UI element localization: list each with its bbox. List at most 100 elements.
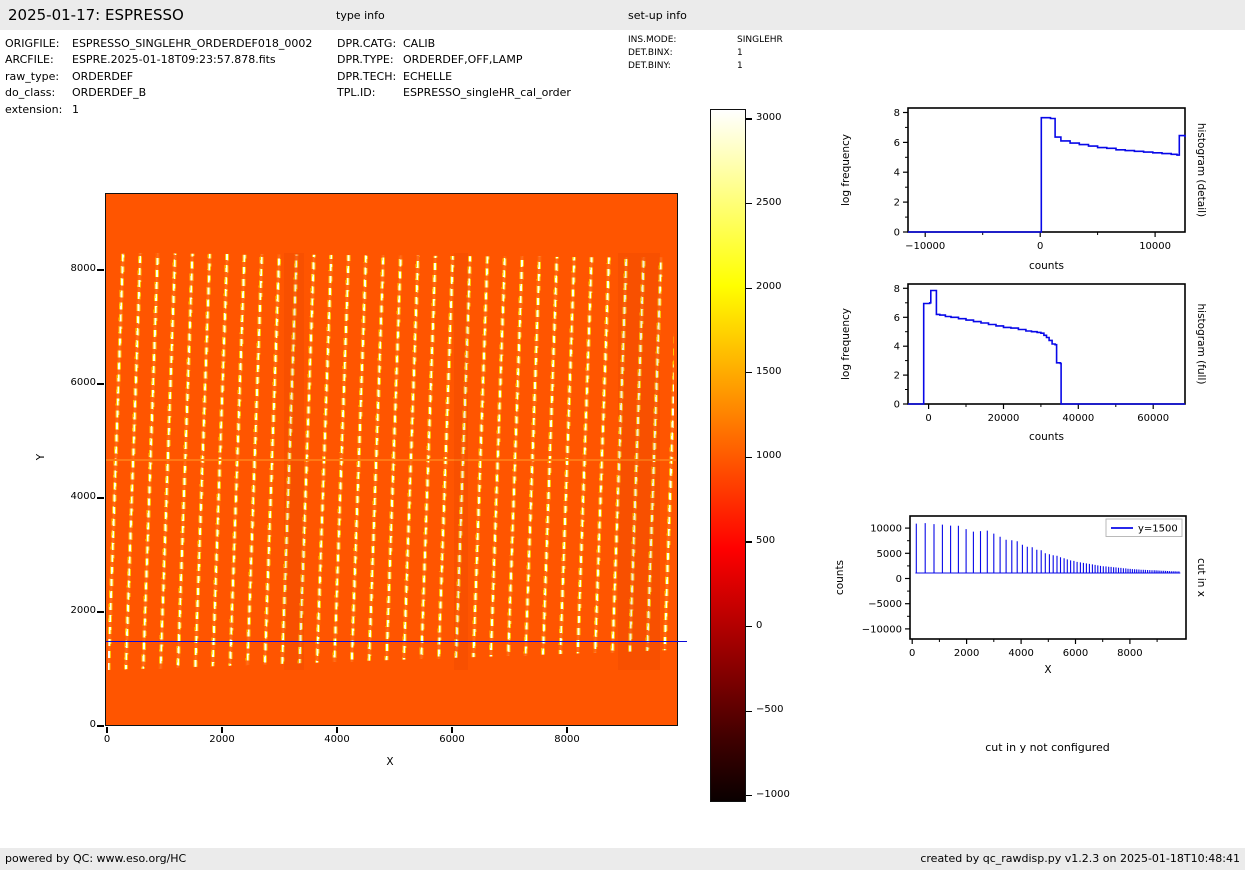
dark-column-band xyxy=(618,253,660,670)
histogram-full-chart: 0 20000 40000 60000 0 2 4 6 8 counts log frequency… xyxy=(840,283,1207,443)
svg-text:−10000: −10000 xyxy=(862,624,902,635)
x-tick-label: 2000 xyxy=(209,734,235,745)
setup-info-heading: set-up info xyxy=(628,9,687,22)
meta-row-arcfile: ARCFILE: ESPRE.2025-01-18T09:23:57.878.fi… xyxy=(5,53,276,67)
svg-text:60000: 60000 xyxy=(1137,413,1169,424)
svg-text:cut in x: cut in x xyxy=(1195,558,1207,597)
footer-created-by: created by qc_rawdisp.py v1.2.3 on 2025-… xyxy=(920,852,1240,865)
echelle-order-stripes xyxy=(108,253,674,670)
colorbar-tick-mark xyxy=(746,372,752,374)
dark-column-band xyxy=(454,253,468,670)
svg-text:8000: 8000 xyxy=(1117,648,1142,659)
colorbar-tick-mark xyxy=(746,456,752,458)
svg-text:4000: 4000 xyxy=(1008,648,1033,659)
meta-row-rawtype: raw_type: ORDERDEF xyxy=(5,69,134,83)
legend: y=1500 xyxy=(1105,518,1183,537)
cut-position-line-y1500 xyxy=(106,640,687,643)
svg-text:6000: 6000 xyxy=(1063,648,1088,659)
y-tick-label: 4000 xyxy=(70,491,96,502)
svg-text:4: 4 xyxy=(894,342,900,353)
svg-text:4: 4 xyxy=(894,168,900,179)
y-tick-mark xyxy=(97,497,104,499)
qc-rawdisp-page: 2025-01-17: ESPRESSO type info set-up in… xyxy=(0,0,1245,870)
svg-text:5000: 5000 xyxy=(877,549,902,560)
svg-text:counts: counts xyxy=(1029,431,1064,443)
meta-row-tplid: TPL.ID: ESPRESSO_singleHR_cal_order xyxy=(337,86,571,100)
meta-row-extension: extension: 1 xyxy=(5,102,79,116)
dark-column-band xyxy=(284,253,304,670)
svg-text:0: 0 xyxy=(894,400,900,411)
svg-text:0: 0 xyxy=(909,648,915,659)
meta-row-insmode: INS.MODE: SINGLEHR xyxy=(628,35,783,45)
meta-row-dprcatg: DPR.CATG: CALIB xyxy=(337,37,436,50)
svg-text:20000: 20000 xyxy=(988,413,1020,424)
svg-text:0: 0 xyxy=(894,228,900,239)
svg-text:0: 0 xyxy=(896,574,902,585)
svg-text:−5000: −5000 xyxy=(868,599,902,610)
meta-row-dprtech: DPR.TECH: ECHELLE xyxy=(337,69,453,83)
svg-text:8: 8 xyxy=(894,284,900,295)
colorbar xyxy=(710,109,746,802)
main-plot-ylabel: Y xyxy=(35,453,48,461)
y-tick-label: 2000 xyxy=(70,605,96,616)
svg-text:10000: 10000 xyxy=(870,524,902,535)
colorbar-tick-mark xyxy=(746,710,752,712)
setup-info-block: INS.MODE: SINGLEHR DET.BINX: 1 DET.BINY: 1 xyxy=(628,34,783,73)
raw-image-plot xyxy=(105,193,687,726)
colorbar-tick-label: 0 xyxy=(756,619,763,631)
x-tick-mark xyxy=(336,727,338,733)
colorbar-tick-mark xyxy=(746,287,752,289)
x-tick-mark xyxy=(106,727,108,733)
svg-text:log frequency: log frequency xyxy=(840,134,852,206)
y-tick-label: 6000 xyxy=(70,377,96,388)
svg-text:histogram (detail): histogram (detail) xyxy=(1195,123,1207,217)
y-tick-mark xyxy=(97,269,104,271)
x-tick-mark xyxy=(221,727,223,733)
footer-powered-by: powered by QC: www.eso.org/HC xyxy=(5,852,187,865)
y-tick-label: 0 xyxy=(89,719,96,730)
colorbar-tick-label: −1000 xyxy=(756,788,790,800)
x-tick-mark xyxy=(451,727,453,733)
svg-text:counts: counts xyxy=(1029,260,1064,272)
colorbar-tick-label: 1000 xyxy=(756,450,782,462)
svg-text:10000: 10000 xyxy=(1139,241,1171,252)
cut-in-x-chart: 0 2000 4000 6000 8000 −10000 −5000 0 5000 10000 Xc… xyxy=(834,515,1207,676)
page-title: 2025-01-17: ESPRESSO xyxy=(8,6,184,24)
y-tick-label: 8000 xyxy=(70,263,96,274)
meta-row-detbiny: DET.BINY: 1 xyxy=(628,61,743,71)
colorbar-tick-label: 2500 xyxy=(756,196,782,208)
svg-text:y=1500: y=1500 xyxy=(1138,524,1178,535)
svg-text:40000: 40000 xyxy=(1062,413,1094,424)
colorbar-tick-mark xyxy=(746,795,752,797)
meta-row-doclass: do_class: ORDERDEF_B xyxy=(5,86,147,100)
meta-row-detbinx: DET.BINX: 1 xyxy=(628,48,743,58)
colorbar-tick-label: 500 xyxy=(756,535,776,546)
type-info-heading: type info xyxy=(336,9,385,22)
colorbar-tick-label: 1500 xyxy=(756,365,782,377)
colorbar-tick-mark xyxy=(746,626,752,628)
colorbar-tick-mark xyxy=(746,203,752,205)
colorbar-tick-mark xyxy=(746,118,752,120)
colorbar-tick-label: 2000 xyxy=(756,281,782,293)
x-tick-mark xyxy=(566,727,568,733)
svg-text:log frequency: log frequency xyxy=(840,308,852,380)
colorbar-tick-mark xyxy=(746,541,752,543)
y-tick-mark xyxy=(97,611,104,613)
svg-text:6: 6 xyxy=(894,138,900,149)
colorbar-tick-label: −500 xyxy=(756,704,784,716)
svg-text:2: 2 xyxy=(894,371,900,382)
type-info-block: DPR.CATG: CALIB DPR.TYPE: ORDERDEF,OFF,LAM… xyxy=(337,36,571,102)
detector-mid-gap-line xyxy=(106,459,676,461)
x-tick-label: 0 xyxy=(103,734,111,745)
x-tick-label: 4000 xyxy=(324,734,350,745)
meta-row-origfile: ORIGFILE: ESPRESSO_SINGLEHR_ORDERDEF018_0… xyxy=(5,37,313,50)
svg-text:0: 0 xyxy=(1037,241,1043,252)
svg-text:2: 2 xyxy=(894,198,900,209)
y-tick-mark xyxy=(97,383,104,385)
main-plot-xlabel: X xyxy=(386,756,394,768)
svg-text:X: X xyxy=(1044,664,1051,676)
svg-text:2000: 2000 xyxy=(954,648,979,659)
x-tick-label: 8000 xyxy=(554,734,580,745)
cut-y-note: cut in y not configured xyxy=(985,741,1110,754)
x-tick-label: 6000 xyxy=(439,734,465,745)
